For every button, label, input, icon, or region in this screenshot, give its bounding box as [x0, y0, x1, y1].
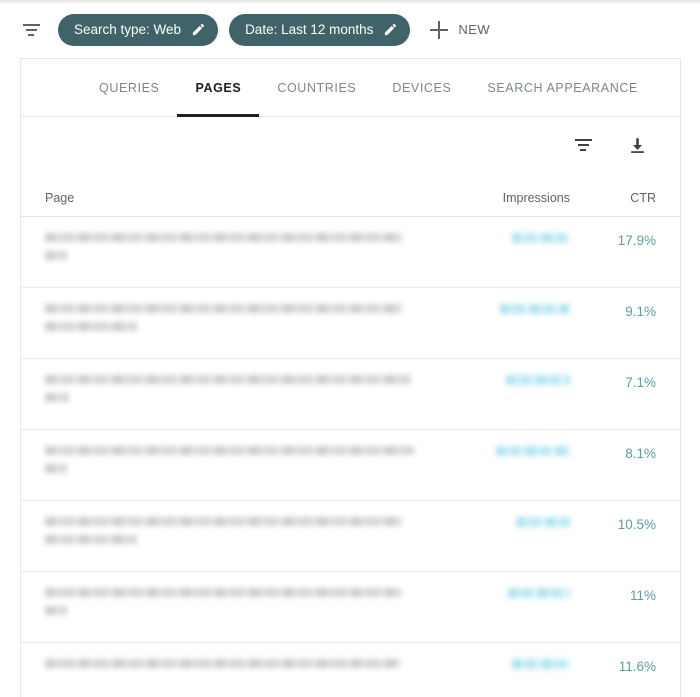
table-row[interactable]: 11.6% [21, 643, 680, 697]
cell-page [45, 501, 430, 544]
cell-page [45, 643, 430, 668]
performance-card: QUERIES PAGES COUNTRIES DEVICES SEARCH A… [20, 58, 681, 697]
pencil-icon [385, 23, 397, 36]
filter-chip-date-label: Date: Last 12 months [245, 21, 374, 37]
cell-ctr: 17.9% [617, 233, 656, 248]
filter-icon-bar-2 [25, 28, 37, 31]
table-body: 17.9% 9.1% 7.1% 8.1% 10.5% 11% 11.6% [21, 217, 680, 697]
cell-ctr: 7.1% [625, 375, 656, 390]
table-row[interactable]: 17.9% [21, 217, 680, 288]
redacted-page-url-line [45, 464, 67, 473]
redacted-page-url-line [45, 304, 402, 313]
column-header-impressions[interactable]: Impressions [430, 191, 570, 216]
tab-countries-label: COUNTRIES [277, 81, 357, 95]
filter-icon [574, 139, 592, 151]
redacted-page-url-line [45, 446, 415, 455]
filter-chip-search-type-label: Search type: Web [74, 21, 182, 37]
table-row[interactable]: 11% [21, 572, 680, 643]
filter-toolbar: Search type: Web Date: Last 12 months NE… [0, 0, 700, 58]
tab-queries-label: QUERIES [99, 81, 160, 95]
filter-chip-date[interactable]: Date: Last 12 months [229, 13, 411, 46]
tab-queries[interactable]: QUERIES [81, 59, 177, 117]
cell-ctr: 9.1% [625, 304, 656, 319]
cell-ctr: 8.1% [625, 446, 656, 461]
tab-pages[interactable]: PAGES [177, 59, 260, 117]
redacted-page-url-line [45, 606, 67, 615]
tab-devices-label: DEVICES [392, 81, 452, 95]
cell-impressions [430, 288, 570, 314]
cell-page [45, 359, 430, 402]
redacted-page-url-line [45, 322, 137, 331]
cell-impressions [430, 359, 570, 385]
cell-impressions [430, 572, 570, 598]
redacted-page-url-line [45, 588, 402, 597]
tab-countries[interactable]: COUNTRIES [259, 59, 374, 117]
table-filter-button[interactable] [564, 126, 602, 164]
cell-ctr: 11% [629, 588, 656, 603]
add-new-filter-button[interactable]: NEW [430, 20, 491, 39]
redacted-impressions-value [508, 588, 570, 598]
redacted-impressions-value [516, 517, 570, 527]
cell-page [45, 572, 430, 615]
filter-icon-bar-1 [22, 23, 40, 26]
table-row[interactable]: 8.1% [21, 430, 680, 501]
tab-search-appearance[interactable]: SEARCH APPEARANCE [469, 59, 656, 117]
filter-icon[interactable] [18, 17, 44, 43]
redacted-impressions-value [512, 233, 570, 243]
cell-page [45, 288, 430, 331]
cell-ctr: 11.6% [618, 659, 656, 674]
download-icon [630, 137, 644, 153]
tab-pages-label: PAGES [195, 81, 242, 95]
redacted-page-url-line [45, 375, 411, 384]
add-new-filter-label: NEW [458, 22, 491, 37]
cell-impressions [430, 217, 570, 243]
table-toolbar [21, 117, 680, 173]
tab-devices[interactable]: DEVICES [374, 59, 469, 117]
column-header-page[interactable]: Page [45, 191, 430, 216]
redacted-page-url-line [45, 251, 67, 260]
cell-impressions [430, 430, 570, 456]
filter-chip-search-type[interactable]: Search type: Web [58, 13, 219, 46]
redacted-impressions-value [506, 375, 570, 385]
tab-search-appearance-label: SEARCH APPEARANCE [487, 81, 638, 95]
filter-icon-bar-3 [28, 33, 34, 36]
redacted-page-url-line [45, 517, 402, 526]
redacted-page-url-line [45, 659, 400, 668]
cell-impressions [430, 501, 570, 527]
cell-page [45, 430, 430, 473]
filter-icon-bar-1 [574, 139, 592, 141]
redacted-impressions-value [496, 446, 570, 456]
table-row[interactable]: 7.1% [21, 359, 680, 430]
redacted-page-url-line [45, 233, 402, 242]
redacted-page-url-line [45, 393, 69, 402]
table-row[interactable]: 10.5% [21, 501, 680, 572]
table-row[interactable]: 9.1% [21, 288, 680, 359]
column-header-ctr[interactable]: CTR [570, 191, 656, 216]
redacted-impressions-value [512, 659, 570, 669]
redacted-page-url-line [45, 535, 137, 544]
export-download-button[interactable] [618, 126, 656, 164]
filter-icon-bar-2 [577, 144, 589, 146]
report-tabs: QUERIES PAGES COUNTRIES DEVICES SEARCH A… [21, 59, 680, 117]
pencil-icon [192, 23, 205, 36]
cell-impressions [430, 643, 570, 669]
plus-icon [430, 20, 449, 39]
filter-icon-bar-3 [580, 149, 586, 151]
cell-page [45, 217, 430, 260]
cell-ctr: 10.5% [617, 517, 656, 532]
table-header-row: Page Impressions CTR [21, 173, 680, 217]
redacted-impressions-value [500, 304, 570, 314]
